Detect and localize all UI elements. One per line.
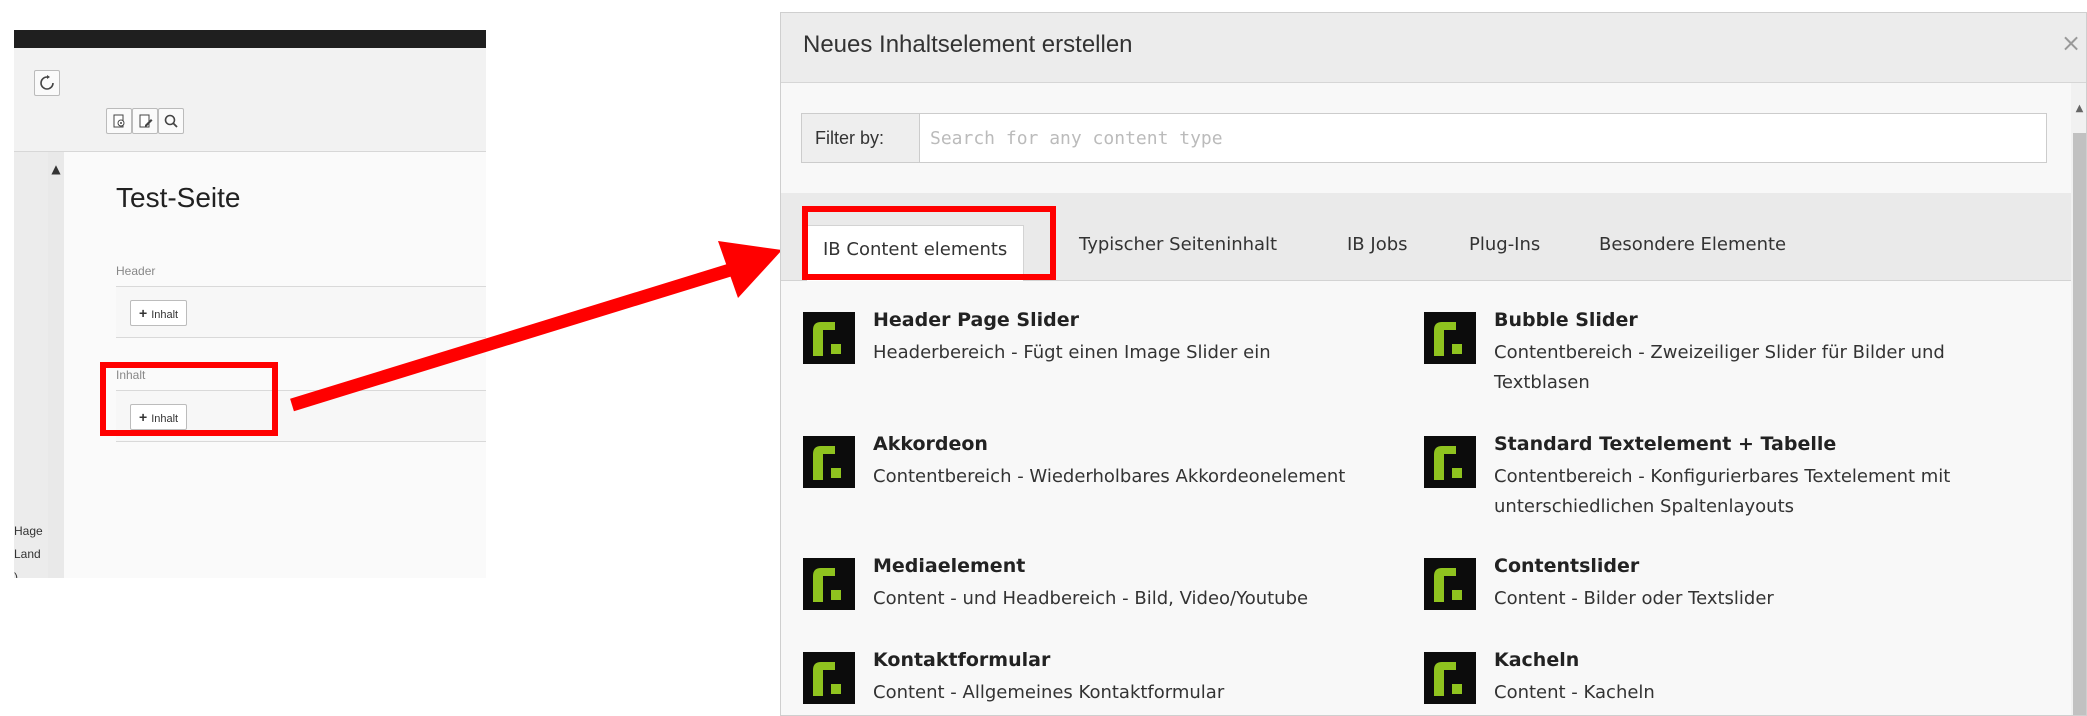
content-element-title: Standard Textelement + Tabelle [1494,433,1837,455]
dialog-title: Neues Inhaltselement erstellen [803,31,1133,58]
content-element-title: Bubble Slider [1494,309,1638,331]
content-element-title: Kacheln [1494,649,1580,671]
filter-group: Filter by: [801,113,2047,163]
tab-besondere-elemente[interactable]: Besondere Elemente [1599,221,1786,281]
content-element-title: Kontaktformular [873,649,1051,671]
filter-label: Filter by: [801,113,920,163]
filter-search-input[interactable] [920,113,2047,163]
content-element-bubble-slider[interactable]: Bubble Slider Contentbereich - Zweizeili… [1424,309,2024,405]
content-element-description: Content - Bilder oder Textslider [1494,588,1774,609]
tab-plug-ins[interactable]: Plug-Ins [1469,221,1540,281]
content-element-icon [803,652,855,704]
content-element-contentslider[interactable]: Contentslider Content - Bilder oder Text… [1424,555,2024,651]
content-element-akkordeon[interactable]: Akkordeon Contentbereich - Wiederholbare… [803,433,1403,529]
dialog-scrollbar[interactable]: ▲ [2071,83,2086,715]
content-element-description: Contentbereich - Konfigurierbares Textel… [1494,466,1951,517]
content-element-icon [1424,312,1476,364]
new-content-element-dialog: Neues Inhaltselement erstellen × Filter … [780,12,2087,716]
content-element-kontaktformular[interactable]: Kontaktformular Content - Allgemeines Ko… [803,649,1403,715]
content-element-title: Akkordeon [873,433,988,455]
content-element-kacheln[interactable]: Kacheln Content - Kacheln [1424,649,2024,715]
content-element-description: Content - Kacheln [1494,682,1655,703]
content-element-description: Content - und Headbereich - Bild, Video/… [873,588,1309,609]
scrollbar-thumb[interactable] [2073,133,2086,715]
highlight-box [802,206,1056,280]
scroll-up-icon[interactable]: ▲ [2071,103,2086,114]
content-element-title: Contentslider [1494,555,1640,577]
content-element-mediaelement[interactable]: Mediaelement Content - und Headbereich -… [803,555,1403,651]
content-element-icon [803,312,855,364]
content-element-description: Content - Allgemeines Kontaktformular [873,682,1225,703]
content-element-icon [1424,652,1476,704]
tab-typischer-seiteninhalt[interactable]: Typischer Seiteninhalt [1079,221,1277,281]
close-icon[interactable]: × [2061,29,2081,57]
content-element-title: Header Page Slider [873,309,1079,331]
content-element-title: Mediaelement [873,555,1026,577]
content-element-icon [803,558,855,610]
content-element-icon [1424,558,1476,610]
tab-ib-jobs[interactable]: IB Jobs [1347,221,1408,281]
content-element-standard-textelement[interactable]: Standard Textelement + Tabelle Contentbe… [1424,433,2024,529]
content-element-description: Headerbereich - Fügt einen Image Slider … [873,342,1271,363]
content-element-icon [803,436,855,488]
dialog-header: Neues Inhaltselement erstellen × [781,13,2086,83]
content-element-header-page-slider[interactable]: Header Page Slider Headerbereich - Fügt … [803,309,1403,405]
content-element-list: Header Page Slider Headerbereich - Fügt … [781,281,2071,715]
content-element-icon [1424,436,1476,488]
content-element-description: Contentbereich - Wiederholbares Akkordeo… [873,466,1346,487]
content-element-description: Contentbereich - Zweizeiliger Slider für… [1494,342,1945,393]
